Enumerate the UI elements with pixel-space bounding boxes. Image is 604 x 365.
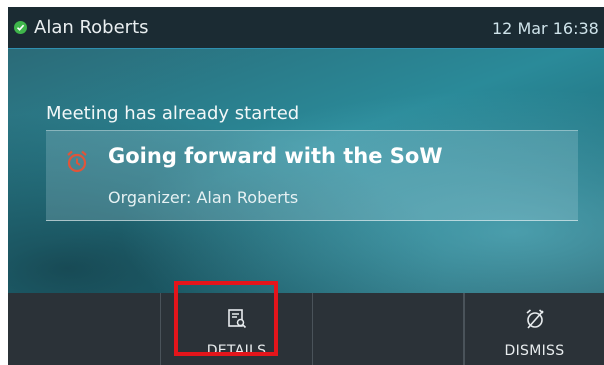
status-bar: Alan Roberts 12 Mar 16:38 <box>8 7 604 49</box>
alarm-clock-icon <box>64 149 90 179</box>
notification-area: Meeting has already started Going forwar… <box>8 49 604 293</box>
softkey-bar: DETAILS DISMISS <box>8 293 604 365</box>
dismiss-label: DISMISS <box>504 343 565 359</box>
meeting-card[interactable]: Going forward with the SoW Organizer: Al… <box>46 130 578 221</box>
phone-screen: Alan Roberts 12 Mar 16:38 Meeting has al… <box>8 7 604 365</box>
dismiss-alarm-icon <box>523 307 547 335</box>
date-time: 12 Mar 16:38 <box>492 19 599 38</box>
presence-check-icon <box>14 21 27 34</box>
softkey-empty-1 <box>8 293 161 365</box>
notification-headline: Meeting has already started <box>46 103 300 124</box>
user-name: Alan Roberts <box>34 17 149 38</box>
meeting-organizer: Organizer: Alan Roberts <box>108 188 299 207</box>
softkey-empty-3 <box>313 293 464 365</box>
dismiss-button[interactable]: DISMISS <box>464 293 604 365</box>
meeting-title: Going forward with the SoW <box>108 144 443 168</box>
details-highlight-box <box>174 281 278 356</box>
